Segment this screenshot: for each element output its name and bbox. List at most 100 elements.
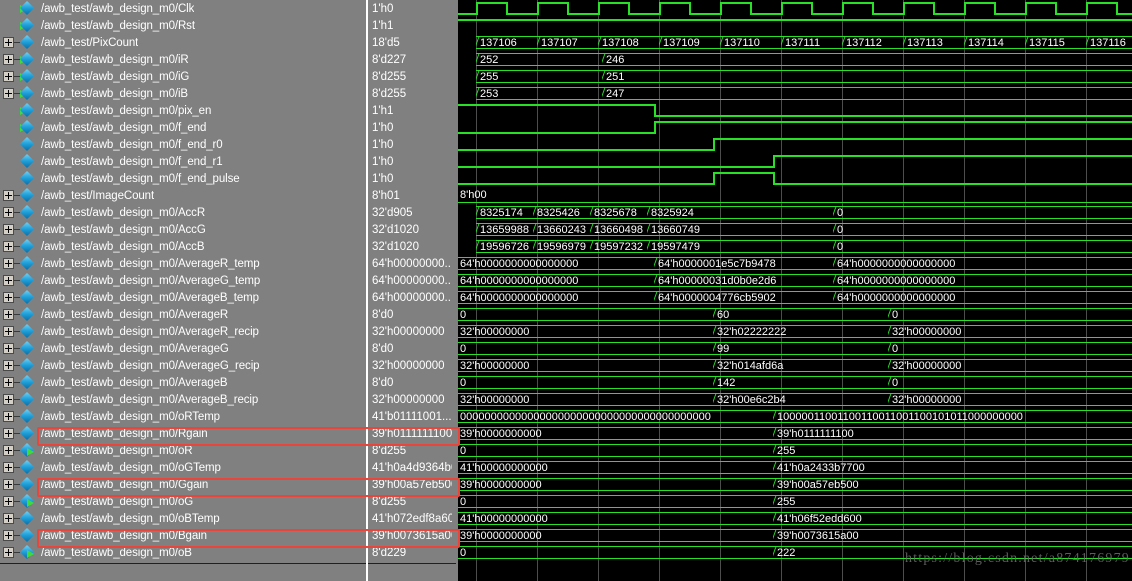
waveform-accr: 8325174 8325426 8325678 8325924 0 [458, 204, 1132, 221]
signal-row[interactable]: /awb_test/awb_design_m0/f_end_r0 [0, 136, 458, 153]
expand-toggle-icon[interactable] [3, 377, 14, 388]
signal-row[interactable]: /awb_test/awb_design_m0/AverageG [0, 340, 458, 357]
bus-value-label: 99 [717, 343, 730, 355]
signal-row[interactable]: /awb_test/awb_design_m0/AverageG_temp [0, 272, 458, 289]
signal-row[interactable]: /awb_test/awb_design_m0/oRTemp [0, 408, 458, 425]
signal-row[interactable]: /awb_test/awb_design_m0/AverageB [0, 374, 458, 391]
waveform-or: 0 255 [458, 442, 1132, 459]
signal-name-label: /awb_test/awb_design_m0/Clk [41, 2, 195, 15]
signal-level-line [458, 166, 773, 168]
expand-toggle-icon[interactable] [3, 394, 14, 405]
bus-value-label: 32'h02222222 [717, 326, 787, 338]
signal-name-label: /awb_test/awb_design_m0/oR [41, 444, 193, 457]
expand-toggle-icon[interactable] [3, 513, 14, 524]
bus-segment: 64'h0000000000000000 [833, 291, 1132, 304]
expand-toggle-icon[interactable] [3, 190, 14, 201]
expand-toggle-icon[interactable] [3, 343, 14, 354]
expand-toggle-icon[interactable] [3, 224, 14, 235]
signal-row[interactable]: /awb_test/awb_design_m0/oGTemp [0, 459, 458, 476]
signal-level-line [458, 19, 1132, 21]
signal-row[interactable]: /awb_test/awb_design_m0/oG [0, 493, 458, 510]
bus-segment: 60 [713, 308, 888, 321]
signal-row[interactable]: /awb_test/awb_design_m0/Ggain [0, 476, 458, 493]
signal-icon [19, 459, 37, 475]
expand-toggle-icon[interactable] [3, 241, 14, 252]
expand-toggle-icon[interactable] [3, 292, 14, 303]
signal-row[interactable]: /awb_test/awb_design_m0/AverageR [0, 306, 458, 323]
signal-icon [19, 357, 37, 373]
signal-row[interactable]: /awb_test/awb_design_m0/iG [0, 68, 458, 85]
bus-segment: 247 [602, 87, 1132, 100]
diamond-glyph [19, 306, 35, 322]
signal-row[interactable]: /awb_test/ImageCount [0, 187, 458, 204]
diamond-glyph [19, 34, 35, 50]
expand-toggle-icon[interactable] [3, 547, 14, 558]
signal-row[interactable]: /awb_test/awb_design_m0/f_end [0, 119, 458, 136]
expand-toggle-icon[interactable] [3, 88, 14, 99]
bus-value-label: 13660243 [537, 224, 586, 236]
waveform-panel[interactable]: 137106 137107 137108 137109 137110 137111 1371… [458, 0, 1132, 581]
bus-segment: 13659988 [476, 223, 533, 236]
expand-toggle-icon[interactable] [3, 360, 14, 371]
bus-segment: 0 [458, 495, 773, 508]
signal-row[interactable]: /awb_test/awb_design_m0/AverageG_recip [0, 357, 458, 374]
signal-row[interactable]: /awb_test/awb_design_m0/oBTemp [0, 510, 458, 527]
signal-row[interactable]: /awb_test/awb_design_m0/iR [0, 51, 458, 68]
signal-row[interactable]: /awb_test/awb_design_m0/Bgain [0, 527, 458, 544]
expand-toggle-icon[interactable] [3, 462, 14, 473]
bus-segment: 0000000000000000000000000000000000000000… [458, 410, 773, 423]
signal-row[interactable]: /awb_test/awb_design_m0/AverageR_temp [0, 255, 458, 272]
bus-segment: 0 [888, 376, 1132, 389]
input-port-icon [19, 68, 37, 84]
expand-toggle-icon[interactable] [3, 445, 14, 456]
expand-toggle-icon[interactable] [3, 71, 14, 82]
expand-toggle-icon[interactable] [3, 428, 14, 439]
signal-row[interactable]: /awb_test/awb_design_m0/AccB [0, 238, 458, 255]
expand-toggle-icon[interactable] [3, 411, 14, 422]
expand-toggle-icon[interactable] [3, 37, 14, 48]
expand-toggle-icon[interactable] [3, 326, 14, 337]
signal-icon [19, 391, 37, 407]
expand-toggle-icon[interactable] [3, 309, 14, 320]
expand-toggle-icon[interactable] [3, 207, 14, 218]
bus-value-label: 32'h00000000 [892, 394, 962, 406]
expand-toggle-icon[interactable] [3, 479, 14, 490]
signal-row[interactable]: /awb_test/awb_design_m0/f_end_r1 [0, 153, 458, 170]
bus-segment: 39'h0000000000 [458, 529, 773, 542]
signal-list-panel[interactable]: /awb_test/awb_design_m0/Clk/awb_test/awb… [0, 0, 458, 581]
signal-level-line [713, 138, 1132, 140]
signal-row[interactable]: /awb_test/awb_design_m0/f_end_pulse [0, 170, 458, 187]
signal-level-line [1055, 13, 1086, 15]
bus-value-label: 0 [892, 309, 899, 321]
signal-row[interactable]: /awb_test/awb_design_m0/Clk [0, 0, 458, 17]
signal-row[interactable]: /awb_test/PixCount [0, 34, 458, 51]
expand-toggle-icon[interactable] [3, 530, 14, 541]
bus-value-label: 137109 [663, 37, 700, 49]
signal-level-line [537, 2, 567, 4]
expand-toggle-icon[interactable] [3, 275, 14, 286]
waveform-accg: 13659988 13660243 13660498 13660749 0 [458, 221, 1132, 238]
signal-row[interactable]: /awb_test/awb_design_m0/pix_en [0, 102, 458, 119]
expand-toggle-icon[interactable] [3, 54, 14, 65]
bus-segment: 41'h0a2433b7700 [773, 461, 1132, 474]
signal-row[interactable]: /awb_test/awb_design_m0/oR [0, 442, 458, 459]
signal-row[interactable]: /awb_test/awb_design_m0/AverageB_recip [0, 391, 458, 408]
signal-row[interactable]: /awb_test/awb_design_m0/AccG [0, 221, 458, 238]
signal-row[interactable]: /awb_test/awb_design_m0/oB [0, 544, 458, 561]
signal-name-label: /awb_test/awb_design_m0/iB [41, 87, 188, 100]
signal-row[interactable]: /awb_test/awb_design_m0/Rst [0, 17, 458, 34]
waveform-rst [458, 17, 1132, 34]
signal-name-list[interactable]: /awb_test/awb_design_m0/Clk/awb_test/awb… [0, 0, 458, 561]
signal-row[interactable]: /awb_test/awb_design_m0/AccR [0, 204, 458, 221]
bus-segment: 137109 [659, 36, 720, 49]
bus-segment: 137111 [781, 36, 842, 49]
signal-row[interactable]: /awb_test/awb_design_m0/AverageR_recip [0, 323, 458, 340]
signal-row[interactable]: /awb_test/awb_design_m0/Rgain [0, 425, 458, 442]
bus-value-label: 137114 [968, 37, 1004, 49]
signal-row[interactable]: /awb_test/awb_design_m0/iB [0, 85, 458, 102]
signal-row[interactable]: /awb_test/awb_design_m0/AverageB_temp [0, 289, 458, 306]
expand-toggle-icon[interactable] [3, 258, 14, 269]
expand-toggle-icon[interactable] [3, 496, 14, 507]
bus-segment: 19596979 [533, 240, 590, 253]
bus-value-label: 41'h00000000000 [460, 513, 548, 525]
